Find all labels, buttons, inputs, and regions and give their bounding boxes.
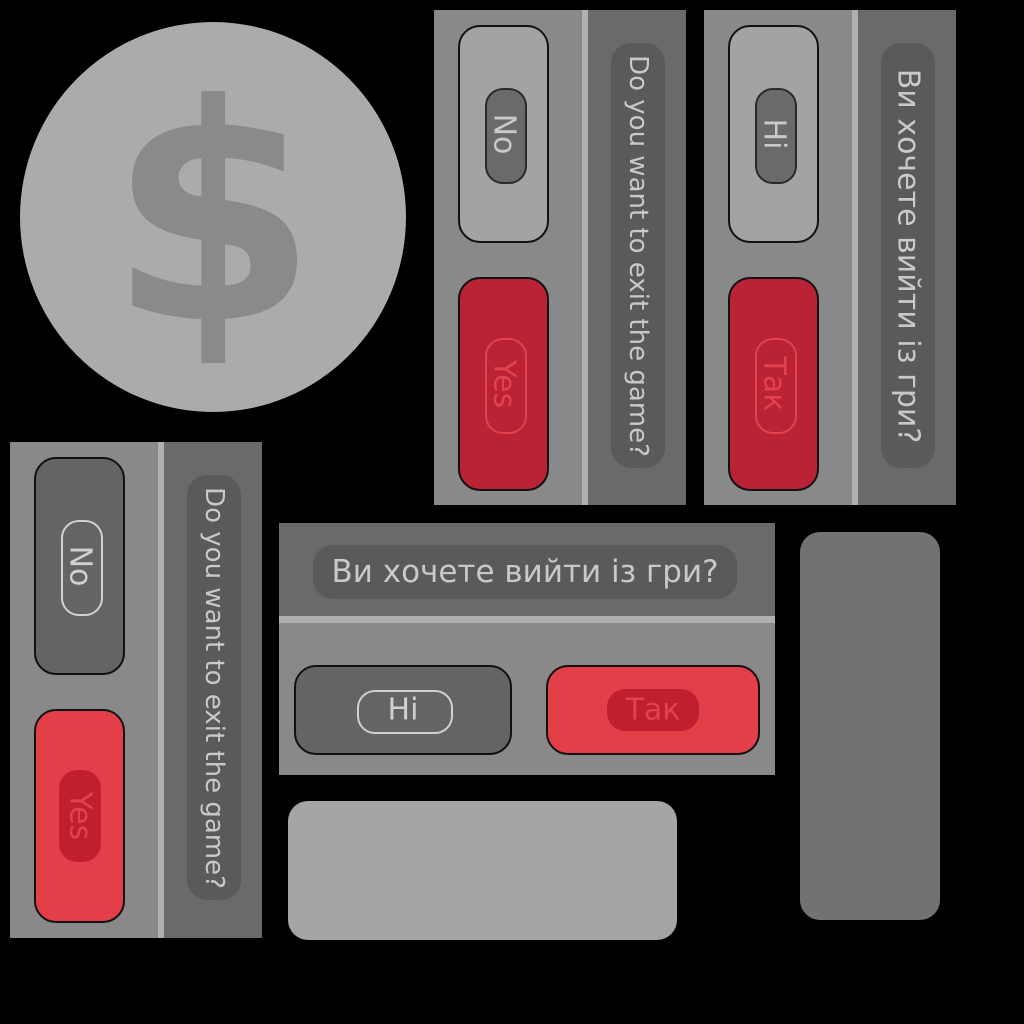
question-text: Do you want to exit the game?: [623, 54, 653, 457]
question-pill: Ви хочете вийти із гри?: [313, 545, 737, 599]
exit-dialog-en-hover: Do you want to exit the game? No Yes: [10, 442, 262, 938]
question-text: Ви хочете вийти із гри?: [331, 554, 719, 590]
yes-button-label: Так: [625, 692, 681, 728]
question-pill: Ви хочете вийти із гри?: [881, 43, 935, 468]
blank-button-tall: [800, 532, 940, 920]
yes-button[interactable]: Так: [728, 277, 819, 491]
no-button[interactable]: No: [458, 25, 549, 243]
no-button-label: Ні: [756, 118, 791, 150]
yes-button-label: Yes: [62, 791, 97, 841]
question-text: Do you want to exit the game?: [199, 486, 229, 889]
question-pill: Do you want to exit the game?: [187, 475, 241, 900]
panel-divider: [279, 616, 775, 623]
question-text: Ви хочете вийти із гри?: [890, 68, 926, 443]
no-button-label: No: [486, 113, 521, 155]
no-button-label: Ні: [387, 692, 419, 728]
question-pill: Do you want to exit the game?: [611, 43, 665, 468]
blank-button-wide: [288, 801, 677, 940]
no-button[interactable]: Ні: [728, 25, 819, 243]
dollar-sign-icon: $: [108, 41, 318, 390]
exit-dialog-en: Do you want to exit the game? No Yes: [434, 10, 686, 505]
no-button[interactable]: Ні: [294, 665, 512, 755]
yes-button[interactable]: Так: [546, 665, 760, 755]
yes-button-label: Yes: [486, 359, 521, 409]
yes-button-label: Так: [756, 356, 791, 412]
exit-dialog-uk-horizontal: Ви хочете вийти із гри? Ні Так: [279, 523, 775, 775]
yes-button[interactable]: Yes: [34, 709, 125, 923]
yes-button[interactable]: Yes: [458, 277, 549, 491]
no-button-label: No: [62, 545, 97, 587]
exit-dialog-uk: Ви хочете вийти із гри? Ні Так: [704, 10, 956, 505]
no-button[interactable]: No: [34, 457, 125, 675]
dollar-coin-icon: $: [20, 22, 406, 412]
